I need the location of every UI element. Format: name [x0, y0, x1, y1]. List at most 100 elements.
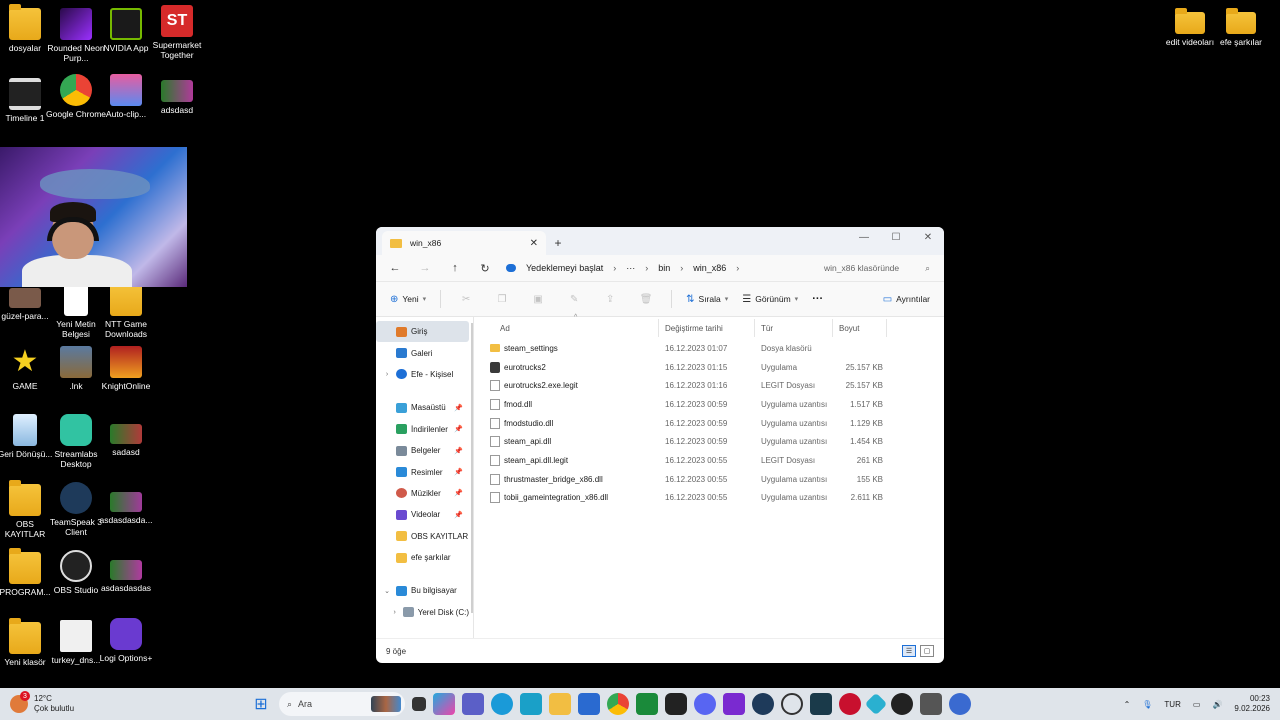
discord-icon[interactable]	[694, 693, 716, 715]
new-tab-button[interactable]: +	[546, 231, 570, 255]
teams-icon[interactable]	[462, 693, 484, 715]
chevron-right-icon[interactable]: ›	[382, 371, 392, 378]
maximize-icon[interactable]: ☐	[880, 227, 912, 247]
more-options-button[interactable]: ···	[808, 287, 827, 311]
nav-item-documents[interactable]: Belgeler 📌	[376, 440, 469, 461]
nav-item-personal[interactable]: › Efe - Kişisel	[376, 364, 469, 385]
language-indicator[interactable]: TUR	[1164, 700, 1180, 709]
chevron-down-icon[interactable]: ⌄	[382, 587, 392, 595]
xbox-icon[interactable]	[636, 693, 658, 715]
close-icon[interactable]: ✕	[912, 227, 944, 247]
start-icon[interactable]: ⊞	[250, 693, 272, 715]
file-row[interactable]: eurotrucks2.exe.legit 16.12.2023 01:16 LEG…	[474, 376, 944, 395]
breadcrumb-ellipsis[interactable]: ···	[626, 263, 635, 273]
column-size[interactable]: Boyut	[833, 319, 887, 337]
nav-scrollbar[interactable]	[471, 323, 473, 613]
paste-icon[interactable]: ▣	[523, 287, 553, 311]
game-icon[interactable]	[920, 693, 942, 715]
app-icon[interactable]	[723, 693, 745, 715]
nav-item-videos[interactable]: Videolar 📌	[376, 504, 469, 525]
details-view-icon[interactable]: ☰	[902, 645, 916, 657]
desktop-icon-supermarket[interactable]: ST Supermarket Together	[147, 5, 207, 60]
nav-item-songs[interactable]: efe şarkılar	[376, 547, 469, 568]
clock[interactable]: 00:23 9.02.2026	[1234, 694, 1270, 714]
taskbar-search[interactable]: ⌕ Ara	[279, 692, 405, 716]
outlook-icon[interactable]	[578, 693, 600, 715]
capcut-icon[interactable]	[665, 693, 687, 715]
nav-item-gallery[interactable]: Galeri	[376, 342, 469, 363]
minimize-icon[interactable]: —	[848, 227, 880, 247]
obs-icon[interactable]	[891, 693, 913, 715]
chrome-icon[interactable]	[607, 693, 629, 715]
nav-item-desktop[interactable]: Masaüstü 📌	[376, 397, 469, 418]
file-name: eurotrucks2	[474, 361, 659, 373]
teamspeak-icon[interactable]	[752, 693, 774, 715]
file-row[interactable]: fmod.dll 16.12.2023 00:59 Uygulama uzantıs…	[474, 395, 944, 414]
up-arrow-icon[interactable]: ↑	[442, 257, 468, 279]
delete-icon[interactable]: 🗑	[631, 287, 661, 311]
forward-arrow-icon[interactable]: →	[412, 257, 438, 279]
details-pane-button[interactable]: ▭ Ayrıntılar	[879, 287, 934, 311]
desktop-icon-asdasdasda[interactable]: asdasdasda...	[96, 492, 156, 525]
davinci-icon[interactable]	[810, 693, 832, 715]
desktop-icon-logi-options[interactable]: Logi Options+	[96, 618, 156, 663]
desktop-icon-efe-sarkilar[interactable]: efe şarkılar	[1211, 8, 1271, 47]
file-row[interactable]: tobii_gameintegration_x86.dll 16.12.2023 …	[474, 489, 944, 508]
chevron-right-icon[interactable]: ›	[390, 609, 399, 616]
network-app-icon[interactable]	[864, 692, 888, 716]
edge-icon[interactable]	[491, 693, 513, 715]
desktop-icon-knightonline[interactable]: KnightOnline	[96, 346, 156, 391]
copy-icon[interactable]: ❐	[487, 287, 517, 311]
antivirus-icon[interactable]	[839, 693, 861, 715]
nav-item-music[interactable]: Müzikler 📌	[376, 483, 469, 504]
pin-icon: 📌	[454, 469, 463, 477]
file-row[interactable]: steam_api.dll.legit 16.12.2023 00:55 LEGIT…	[474, 451, 944, 470]
nav-item-local-disk[interactable]: › Yerel Disk (C:)	[376, 602, 469, 623]
network-icon[interactable]: ▭	[1193, 700, 1201, 709]
nav-item-obs[interactable]: OBS KAYITLAR	[376, 526, 469, 547]
search-input[interactable]: win_x86 klasöründe ⌕	[816, 257, 938, 279]
refresh-icon[interactable]: ↻	[472, 257, 498, 279]
sort-button[interactable]: ⇅ Sırala ▾	[682, 287, 732, 311]
nav-item-this-pc[interactable]: ⌄ Bu bilgisayar	[376, 580, 469, 601]
cut-icon[interactable]: ✂	[451, 287, 481, 311]
desktop-icon-sadasd[interactable]: sadasd	[96, 424, 156, 457]
text-file-icon	[64, 284, 88, 316]
file-row[interactable]: eurotrucks2 16.12.2023 01:15 Uygulama 25.15…	[474, 358, 944, 377]
volume-icon[interactable]: 🔊	[1212, 700, 1222, 709]
tab-win-x86[interactable]: win_x86 ✕	[382, 231, 546, 255]
steam-icon[interactable]	[949, 693, 971, 715]
file-row[interactable]: steam_settings 16.12.2023 01:07 Dosya klas…	[474, 339, 944, 358]
breadcrumb[interactable]: Yedeklemeyi başlat › ··· › bin › win_x86…	[502, 257, 812, 279]
desktop-icon-adsdasd[interactable]: adsdasd	[147, 80, 207, 115]
rename-icon[interactable]: ✎	[559, 287, 589, 311]
back-arrow-icon[interactable]: ←	[382, 257, 408, 279]
microphone-icon[interactable]: 🎙	[1142, 700, 1152, 709]
share-icon[interactable]: ⇪	[595, 287, 625, 311]
desktop-icon-ntt-game[interactable]: NTT Game Downloads	[96, 280, 156, 339]
weather-widget[interactable]: 3 12°C Çok bulutlu	[0, 691, 240, 714]
store-icon[interactable]	[520, 693, 542, 715]
tiles-view-icon[interactable]: ▢	[920, 645, 934, 657]
column-name[interactable]: Ad	[474, 319, 659, 337]
file-explorer-icon[interactable]	[549, 693, 571, 715]
nav-item-downloads[interactable]: İndirilenler 📌	[376, 419, 469, 440]
breadcrumb-bin[interactable]: bin	[658, 263, 670, 273]
close-tab-icon[interactable]: ✕	[530, 238, 538, 249]
nav-item-home[interactable]: Giriş	[376, 321, 469, 343]
breadcrumb-current[interactable]: win_x86	[693, 263, 726, 273]
chevron-up-icon[interactable]: ⌃	[1124, 700, 1131, 709]
settings-icon[interactable]	[781, 693, 803, 715]
view-button[interactable]: ☰ Görünüm ▾	[738, 287, 802, 311]
file-row[interactable]: thrustmaster_bridge_x86.dll 16.12.2023 00…	[474, 470, 944, 489]
desktop-icon-asdasdasdas[interactable]: asdasdasdas	[96, 560, 156, 593]
file-row[interactable]: fmodstudio.dll 16.12.2023 00:59 Uygulama u…	[474, 414, 944, 433]
column-type[interactable]: Tür	[755, 319, 833, 337]
column-date[interactable]: Değiştirme tarihi	[659, 319, 755, 337]
task-view-icon[interactable]	[412, 697, 426, 711]
nav-item-pictures[interactable]: Resimler 📌	[376, 461, 469, 482]
breadcrumb-backup[interactable]: Yedeklemeyi başlat	[526, 263, 603, 273]
copilot-icon[interactable]	[433, 693, 455, 715]
file-row[interactable]: steam_api.dll 16.12.2023 00:59 Uygulama uz…	[474, 432, 944, 451]
new-button[interactable]: ⊕ Yeni ▾	[386, 287, 430, 311]
